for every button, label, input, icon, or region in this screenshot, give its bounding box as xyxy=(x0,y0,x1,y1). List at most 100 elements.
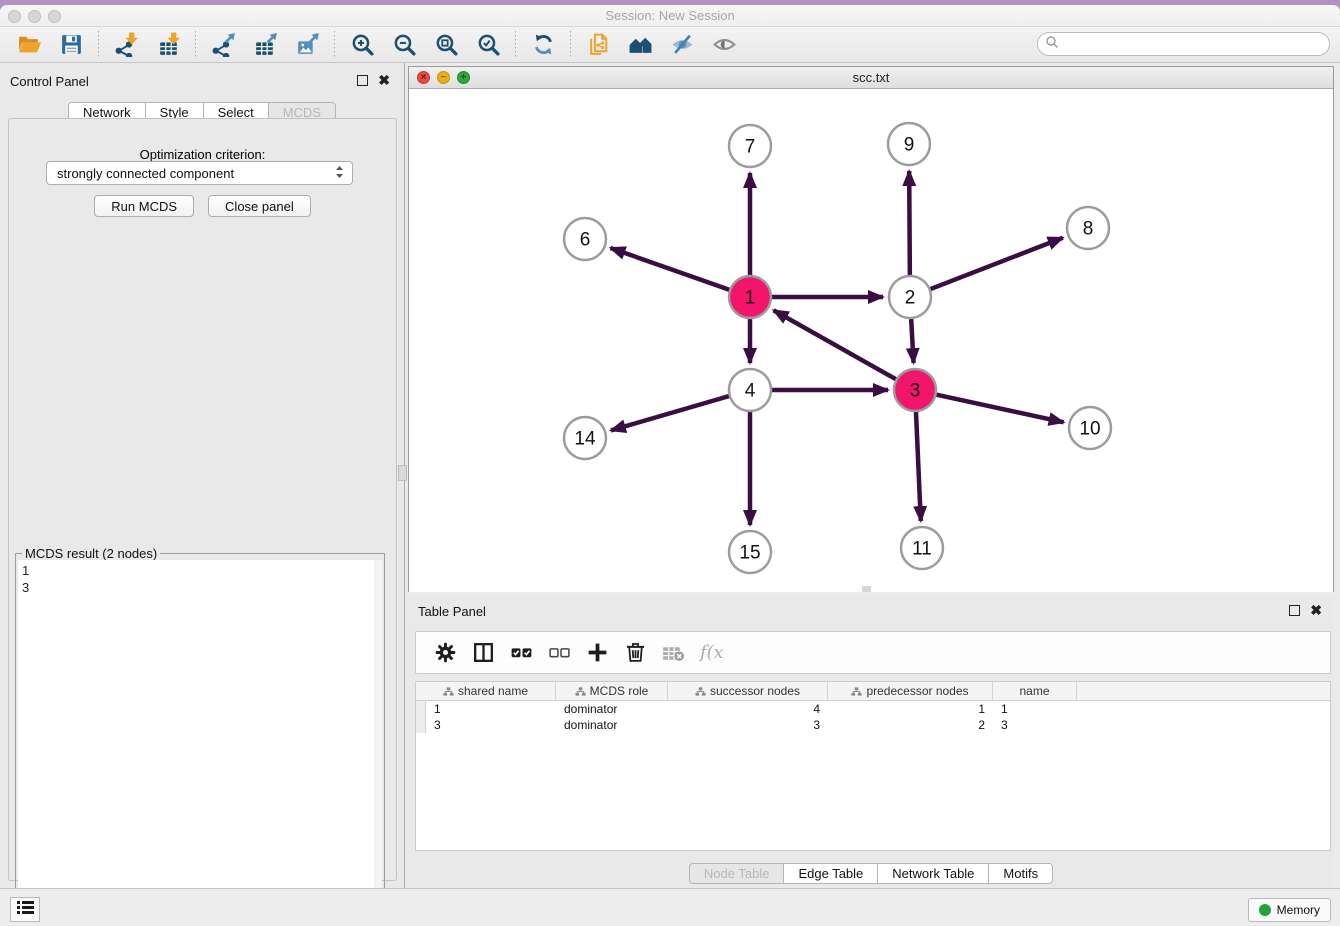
table-cell[interactable]: 3 xyxy=(993,717,1077,733)
table-cell[interactable]: 2 xyxy=(828,717,993,733)
row-gutter xyxy=(416,701,426,717)
table-cell[interactable]: 1 xyxy=(426,701,556,717)
hierarchy-icon xyxy=(575,686,586,697)
table-panel-title: Table Panel xyxy=(418,604,486,619)
session-title: Session: New Session xyxy=(0,8,1340,23)
hierarchy-icon xyxy=(443,686,454,697)
column-header-name[interactable]: name xyxy=(993,682,1077,700)
graph-node-15[interactable]: 15 xyxy=(729,531,771,573)
network-window-title: scc.txt xyxy=(409,70,1333,85)
graph-edge-3-11[interactable] xyxy=(916,412,921,521)
run-mcds-button[interactable]: Run MCDS xyxy=(94,195,194,217)
graph-node-14[interactable]: 14 xyxy=(564,417,606,459)
tab-node-table[interactable]: Node Table xyxy=(689,863,785,884)
zoom-in-icon[interactable] xyxy=(347,30,377,60)
graph-node-10[interactable]: 10 xyxy=(1069,407,1111,449)
column-header-predecessor-nodes[interactable]: predecessor nodes xyxy=(828,682,993,700)
tab-network-table[interactable]: Network Table xyxy=(878,863,989,884)
table-cell[interactable]: 3 xyxy=(426,717,556,733)
graph-edge-4-14[interactable] xyxy=(611,396,729,430)
search-box[interactable] xyxy=(1037,32,1330,56)
tab-motifs[interactable]: Motifs xyxy=(989,863,1053,884)
table-cell[interactable]: 1 xyxy=(993,701,1077,717)
graph-edge-2-8[interactable] xyxy=(931,238,1063,289)
close-panel-button[interactable]: Close panel xyxy=(208,195,311,217)
canvas-scroll-knob[interactable] xyxy=(862,586,871,592)
svg-text:1: 1 xyxy=(745,288,756,309)
table-cell[interactable]: 1 xyxy=(828,701,993,717)
table-toolbar: f(x) xyxy=(415,631,1331,674)
open-session-icon[interactable] xyxy=(14,30,44,60)
panel-splitter-handle[interactable] xyxy=(398,465,407,481)
import-table-icon[interactable] xyxy=(153,30,183,60)
graph-node-2[interactable]: 2 xyxy=(889,276,931,318)
graph-node-3[interactable]: 3 xyxy=(894,369,936,411)
save-session-icon[interactable] xyxy=(56,30,86,60)
network-window-titlebar[interactable]: × − + scc.txt xyxy=(409,67,1333,89)
column-header-MCDS-role[interactable]: MCDS role xyxy=(556,682,668,700)
graph-node-6[interactable]: 6 xyxy=(564,218,606,260)
graph-node-1[interactable]: 1 xyxy=(729,276,771,318)
hide-panel-icon[interactable] xyxy=(667,30,697,60)
network-canvas[interactable]: 7 9 6 8 1 2 4 3 14 10 15 11 xyxy=(409,89,1333,592)
search-input[interactable] xyxy=(1059,35,1329,53)
task-history-button[interactable] xyxy=(10,897,40,922)
export-table-icon[interactable] xyxy=(250,30,280,60)
svg-text:8: 8 xyxy=(1083,219,1094,240)
graph-edge-3-10[interactable] xyxy=(936,395,1063,423)
search-icon xyxy=(1045,35,1059,54)
zoom-out-icon[interactable] xyxy=(389,30,419,60)
graph-edge-2-3[interactable] xyxy=(911,319,913,363)
table-cell[interactable]: dominator xyxy=(556,701,668,717)
import-network-icon[interactable] xyxy=(111,30,141,60)
show-panel-icon[interactable] xyxy=(709,30,739,60)
status-bar: Memory xyxy=(0,888,1340,926)
column-header-successor-nodes[interactable]: successor nodes xyxy=(668,682,828,700)
clone-network-icon[interactable] xyxy=(583,30,613,60)
table-cell[interactable]: 4 xyxy=(668,701,828,717)
export-network-icon[interactable] xyxy=(208,30,238,60)
add-column-icon[interactable] xyxy=(583,639,611,667)
hierarchy-icon xyxy=(851,686,862,697)
graph-edge-1-6[interactable] xyxy=(610,248,729,290)
zoom-selected-icon[interactable] xyxy=(473,30,503,60)
close-table-panel-icon[interactable]: ✖ xyxy=(1310,605,1322,616)
zoom-fit-icon[interactable] xyxy=(431,30,461,60)
refresh-icon[interactable] xyxy=(528,30,558,60)
memory-status-icon xyxy=(1259,904,1271,916)
graph-edge-3-1[interactable] xyxy=(774,310,896,379)
float-table-panel-icon[interactable] xyxy=(1289,605,1300,616)
column-header-shared-name[interactable]: shared name xyxy=(416,682,556,700)
table-cell[interactable]: 3 xyxy=(668,717,828,733)
mcds-result-list[interactable]: 13 xyxy=(18,560,374,923)
optimization-criterion-label: Optimization criterion: xyxy=(9,147,396,162)
title-bar: Session: New Session xyxy=(0,5,1340,27)
table-row[interactable]: 1dominator411 xyxy=(416,701,1330,717)
graph-node-11[interactable]: 11 xyxy=(901,527,943,569)
settings-gear-icon[interactable] xyxy=(431,639,459,667)
result-scrollbar[interactable] xyxy=(374,560,382,923)
network-view-window: × − + scc.txt 7 9 6 8 1 2 4 3 14 10 15 11 xyxy=(408,66,1334,592)
delete-column-icon[interactable] xyxy=(621,639,649,667)
deselect-all-icon[interactable] xyxy=(545,639,573,667)
graph-node-4[interactable]: 4 xyxy=(729,369,771,411)
graph-edge-2-9[interactable] xyxy=(909,171,910,275)
close-panel-icon[interactable]: ✖ xyxy=(378,75,390,86)
export-image-icon[interactable] xyxy=(292,30,322,60)
toolbar-separator xyxy=(195,31,196,59)
memory-button[interactable]: Memory xyxy=(1248,898,1331,922)
float-panel-icon[interactable] xyxy=(357,75,368,86)
graph-node-7[interactable]: 7 xyxy=(729,125,771,167)
table-row[interactable]: 3dominator323 xyxy=(416,717,1330,733)
graph-node-9[interactable]: 9 xyxy=(888,123,930,165)
criterion-dropdown[interactable]: strongly connected component xyxy=(46,161,353,185)
criterion-dropdown-value: strongly connected component xyxy=(57,166,335,181)
svg-text:10: 10 xyxy=(1079,419,1100,440)
select-all-icon[interactable] xyxy=(507,639,535,667)
home-layout-icon[interactable] xyxy=(625,30,655,60)
graph-node-8[interactable]: 8 xyxy=(1067,207,1109,249)
table-cell[interactable]: dominator xyxy=(556,717,668,733)
tab-edge-table[interactable]: Edge Table xyxy=(784,863,878,884)
column-view-icon[interactable] xyxy=(469,639,497,667)
main-toolbar xyxy=(0,27,1340,63)
